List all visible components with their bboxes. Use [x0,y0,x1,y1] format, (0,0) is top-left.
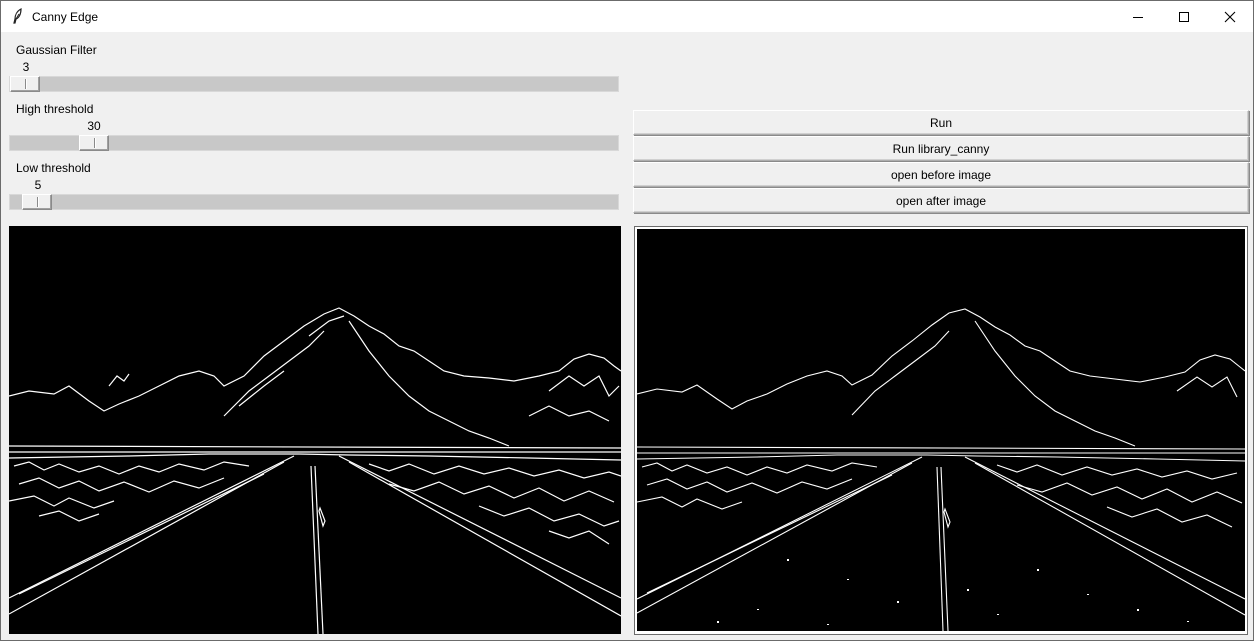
low-threshold-label: Low threshold [16,161,91,175]
title-bar[interactable]: Canny Edge [1,1,1253,32]
custom-canny-output-image [9,226,621,634]
maximize-button[interactable] [1161,1,1207,32]
window-title: Canny Edge [32,10,99,24]
edge-drawing-right [637,308,1245,631]
gaussian-filter-slider-thumb[interactable] [10,76,40,92]
run-library-canny-button[interactable]: Run library_canny [633,136,1249,161]
low-threshold-slider-thumb[interactable] [21,194,52,210]
low-threshold-value: 5 [34,178,42,192]
gaussian-filter-value: 3 [22,60,30,74]
edge-drawing-left [9,307,621,634]
high-threshold-value: 30 [87,119,101,133]
high-threshold-slider-thumb[interactable] [79,135,110,151]
run-button[interactable]: Run [633,110,1249,135]
gaussian-filter-slider[interactable] [9,76,619,92]
high-threshold-label: High threshold [16,102,94,116]
close-button[interactable] [1207,1,1253,32]
library-canny-output-image [637,229,1245,631]
maximize-icon [1179,11,1189,22]
feather-icon [10,8,26,24]
minimize-icon [1133,16,1143,18]
open-after-image-button[interactable]: open after image [633,188,1249,213]
high-threshold-slider[interactable] [9,135,619,151]
app-window: Canny Edge Gaussian Filter 3 High thresh… [0,0,1254,641]
minimize-button[interactable] [1115,1,1161,32]
close-icon [1224,11,1236,22]
open-before-image-button[interactable]: open before image [633,162,1249,187]
gaussian-filter-label: Gaussian Filter [16,43,97,57]
low-threshold-slider[interactable] [9,194,619,210]
